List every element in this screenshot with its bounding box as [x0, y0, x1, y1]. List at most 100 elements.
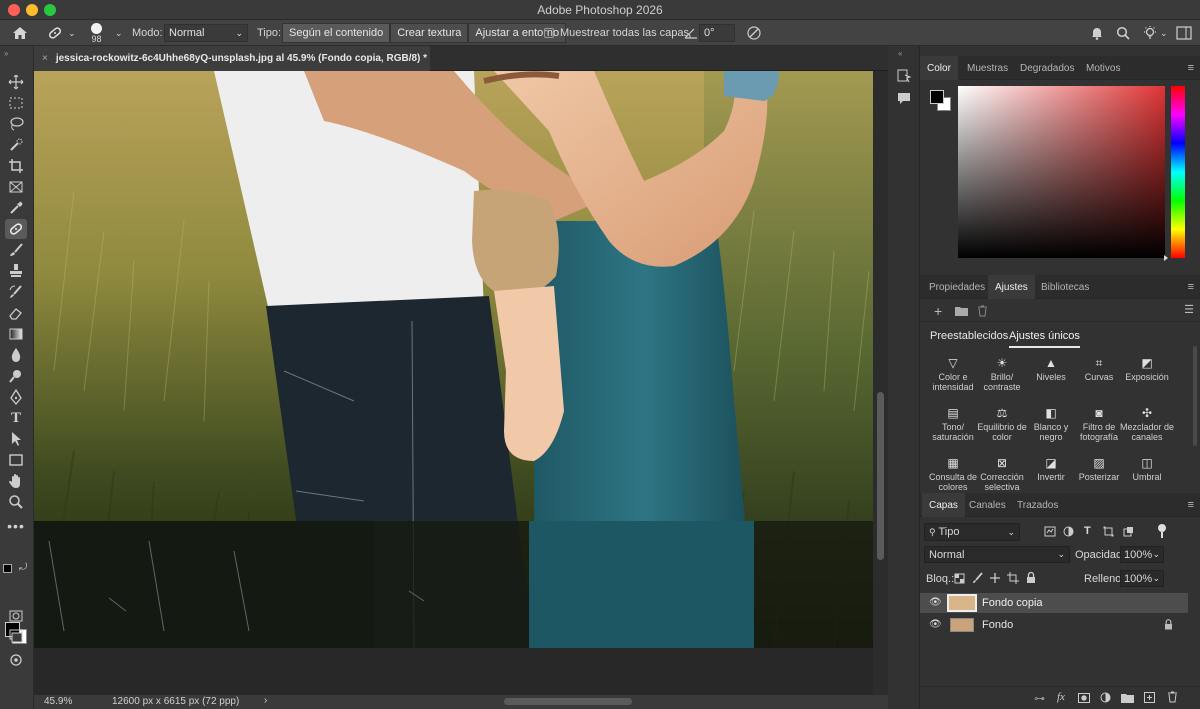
gradient-tool-icon[interactable]: [5, 324, 27, 344]
layer-style-icon[interactable]: fx: [1057, 691, 1065, 703]
clone-stamp-tool-icon[interactable]: [5, 261, 27, 281]
spot-healing-brush-tool-icon[interactable]: [5, 219, 27, 239]
lock-artboard-icon[interactable]: [1007, 572, 1019, 584]
angle-input[interactable]: 0°: [699, 24, 735, 42]
lock-position-icon[interactable]: [989, 572, 1001, 584]
adjust-scrollbar[interactable]: [1193, 346, 1197, 446]
quick-mask-icon[interactable]: [5, 606, 27, 626]
visibility-eye-icon[interactable]: 👁: [929, 597, 942, 608]
canvas-area[interactable]: [34, 71, 888, 695]
panel-menu-icon[interactable]: ≡: [1188, 62, 1194, 74]
tab-channels[interactable]: Canales: [962, 493, 1013, 517]
zoom-level[interactable]: 45.9%: [44, 696, 72, 707]
fill-input[interactable]: 100% ⌄: [1120, 570, 1164, 587]
marquee-tool-icon[interactable]: [5, 93, 27, 113]
pressure-size-icon[interactable]: [746, 20, 762, 46]
brush-chevron-icon[interactable]: ⌄: [115, 20, 123, 46]
screen-mode-icon[interactable]: [5, 626, 27, 646]
tab-libraries[interactable]: Bibliotecas: [1034, 275, 1096, 299]
edit-toolbar-icon[interactable]: [5, 650, 27, 670]
dodge-tool-icon[interactable]: [5, 366, 27, 386]
tab-single-adjustments[interactable]: Ajustes únicos: [1009, 330, 1080, 348]
crop-tool-icon[interactable]: [5, 156, 27, 176]
visibility-eye-icon[interactable]: 👁: [929, 619, 942, 630]
lock-transparent-icon[interactable]: [954, 573, 965, 584]
history-panel-icon[interactable]: [896, 68, 912, 87]
layer-row-fondo[interactable]: 👁 Fondo: [920, 615, 1188, 635]
filter-shape-icon[interactable]: [1103, 526, 1114, 537]
filter-adjustment-icon[interactable]: [1063, 526, 1074, 537]
tab-paths[interactable]: Trazados: [1010, 493, 1065, 517]
trash-icon[interactable]: [977, 305, 988, 317]
tab-swatches[interactable]: Muestras: [960, 56, 1015, 80]
collapse-tools-icon[interactable]: »: [4, 49, 8, 58]
filter-toggle-icon[interactable]: [1158, 524, 1166, 532]
delete-layer-icon[interactable]: [1167, 691, 1178, 703]
move-tool-icon[interactable]: [5, 72, 27, 92]
lock-all-icon[interactable]: [1026, 572, 1036, 584]
folder-icon[interactable]: [955, 306, 968, 316]
expand-panels-icon[interactable]: «: [898, 49, 902, 58]
bell-icon[interactable]: [1090, 20, 1104, 46]
add-mask-icon[interactable]: [1078, 693, 1090, 703]
history-brush-tool-icon[interactable]: [5, 282, 27, 302]
path-selection-tool-icon[interactable]: [5, 429, 27, 449]
color-field[interactable]: [958, 86, 1165, 258]
sample-all-layers-checkbox[interactable]: Muestrear todas las capas: [544, 20, 689, 46]
adjustment-channel-mixer[interactable]: ✣ Mezclador de canales: [1119, 407, 1175, 442]
tab-properties[interactable]: Propiedades: [922, 275, 992, 299]
adjustment-threshold[interactable]: ◫ Umbral: [1119, 457, 1175, 482]
layer-row-fondo-copia[interactable]: 👁 Fondo copia: [920, 593, 1188, 613]
default-colors-icon[interactable]: [3, 564, 12, 573]
adjustment-exposure[interactable]: ◩ Exposición: [1119, 357, 1175, 382]
layer-name[interactable]: Fondo copia: [982, 597, 1043, 609]
blur-tool-icon[interactable]: [5, 345, 27, 365]
tab-gradients[interactable]: Degradados: [1013, 56, 1081, 80]
document-canvas[interactable]: [34, 71, 873, 648]
quick-selection-tool-icon[interactable]: [5, 135, 27, 155]
new-group-icon[interactable]: [1121, 693, 1134, 703]
lasso-tool-icon[interactable]: [5, 114, 27, 134]
adjustment-color-balance[interactable]: ⚖ Equilibrio de color: [974, 407, 1030, 442]
brush-tool-icon[interactable]: [5, 240, 27, 260]
lightbulb-icon[interactable]: [1142, 20, 1158, 46]
panel-menu-icon[interactable]: ≡: [1188, 499, 1194, 511]
search-icon[interactable]: [1116, 20, 1130, 46]
lock-image-icon[interactable]: [972, 572, 984, 584]
blend-mode-dropdown[interactable]: Normal ⌄: [924, 546, 1070, 563]
workspace-icon[interactable]: [1176, 20, 1192, 46]
document-tab[interactable]: × jessica-rockowitz-6c4Uhhe68yQ-unsplash…: [34, 46, 430, 71]
brush-size-picker[interactable]: 98: [91, 20, 102, 46]
layer-name[interactable]: Fondo: [982, 619, 1013, 631]
adjustment-color-lookup[interactable]: ▦ Consulta de colores: [925, 457, 981, 492]
pen-tool-icon[interactable]: [5, 387, 27, 407]
comments-panel-icon[interactable]: [896, 91, 912, 108]
tab-patterns[interactable]: Motivos: [1079, 56, 1127, 80]
adjustment-hue-saturation[interactable]: ▤ Tono/ saturación: [925, 407, 981, 442]
filter-smart-object-icon[interactable]: [1123, 526, 1134, 537]
layer-filter-dropdown[interactable]: ⚲ Tipo ⌄: [924, 523, 1020, 541]
filter-pixel-icon[interactable]: [1044, 526, 1056, 537]
eyedropper-tool-icon[interactable]: [5, 198, 27, 218]
adjustment-color-intensity[interactable]: ▽ Color e intensidad: [925, 357, 981, 392]
type-tool-icon[interactable]: T: [5, 408, 27, 428]
hue-slider[interactable]: [1171, 86, 1185, 258]
add-icon[interactable]: +: [934, 303, 942, 319]
status-menu-arrow[interactable]: ›: [264, 695, 267, 706]
rectangle-tool-icon[interactable]: [5, 450, 27, 470]
hand-tool-icon[interactable]: [5, 471, 27, 491]
eraser-tool-icon[interactable]: [5, 303, 27, 323]
opacity-input[interactable]: 100% ⌄: [1120, 546, 1164, 563]
link-layers-icon[interactable]: ⊶: [1034, 692, 1045, 705]
frame-tool-icon[interactable]: [5, 177, 27, 197]
chevron-down-icon[interactable]: ⌄: [1160, 20, 1168, 46]
tab-adjustments[interactable]: Ajustes: [988, 275, 1035, 299]
type-content-aware-button[interactable]: Según el contenido: [282, 23, 391, 43]
adjustment-selective-color[interactable]: ⊠ Corrección selectiva: [974, 457, 1030, 492]
filter-type-icon[interactable]: T: [1084, 525, 1091, 537]
swap-colors-icon[interactable]: ⤾: [19, 562, 27, 573]
tool-preset-picker[interactable]: ⌄: [46, 20, 76, 46]
home-icon[interactable]: [12, 20, 28, 46]
type-create-texture-button[interactable]: Crear textura: [390, 23, 469, 43]
list-view-icon[interactable]: ☰: [1184, 303, 1194, 316]
